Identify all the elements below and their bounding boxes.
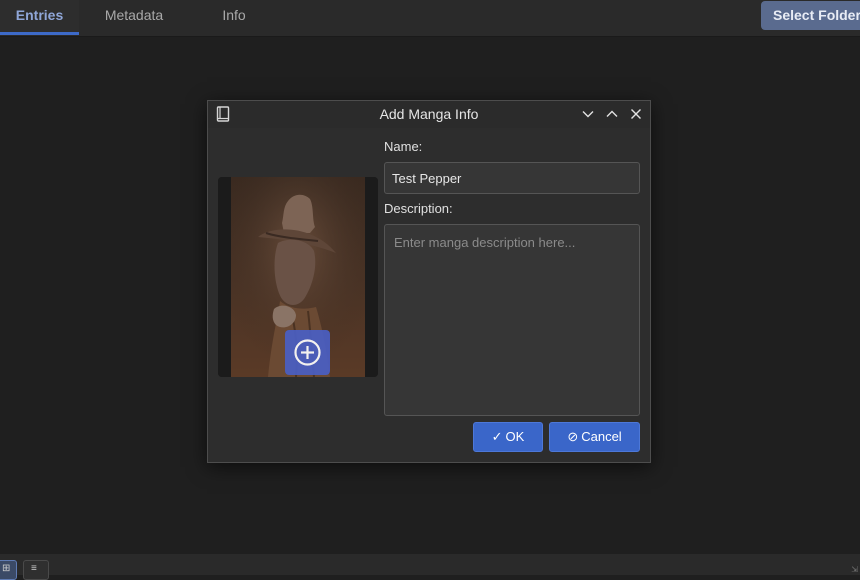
dialog-titlebar: Add Manga Info — [208, 101, 650, 128]
cancel-label: Cancel — [581, 429, 622, 444]
list-view-icon: ≡ — [31, 563, 37, 574]
ok-button[interactable]: ✓ OK — [473, 422, 543, 452]
tab-entries[interactable]: Entries — [0, 0, 79, 35]
cover-image[interactable] — [218, 177, 378, 377]
minimize-icon[interactable] — [581, 107, 595, 121]
name-label: Name: — [384, 139, 423, 154]
maximize-icon[interactable] — [605, 107, 619, 121]
add-cover-button[interactable] — [285, 330, 330, 375]
plus-circle-icon — [294, 339, 321, 366]
tab-info[interactable]: Info — [208, 0, 260, 32]
add-manga-info-dialog: Add Manga Info Name: Test Pepper Descrip… — [207, 100, 651, 463]
description-label: Description: — [384, 201, 453, 216]
resize-grip-icon[interactable]: ⇲ — [851, 565, 858, 574]
select-folder-button[interactable]: Select Folder — [761, 1, 860, 30]
name-input[interactable] — [384, 162, 640, 194]
list-view-button[interactable]: ≡ — [23, 560, 49, 580]
description-input[interactable] — [384, 224, 640, 416]
grid-view-button[interactable]: ⊞ — [0, 560, 17, 580]
cancel-circle-icon: ⊘ — [567, 429, 579, 444]
bottom-bar: ⊞ ≡ ⇲ — [0, 554, 860, 580]
ok-label: OK — [505, 429, 525, 444]
grid-view-icon: ⊞ — [2, 563, 11, 574]
close-icon[interactable] — [629, 107, 643, 121]
top-tab-bar: Entries Metadata Info Select Folder — [0, 0, 860, 37]
check-icon: ✓ — [491, 429, 503, 444]
tab-metadata[interactable]: Metadata — [89, 0, 179, 32]
cancel-button[interactable]: ⊘ Cancel — [549, 422, 640, 452]
